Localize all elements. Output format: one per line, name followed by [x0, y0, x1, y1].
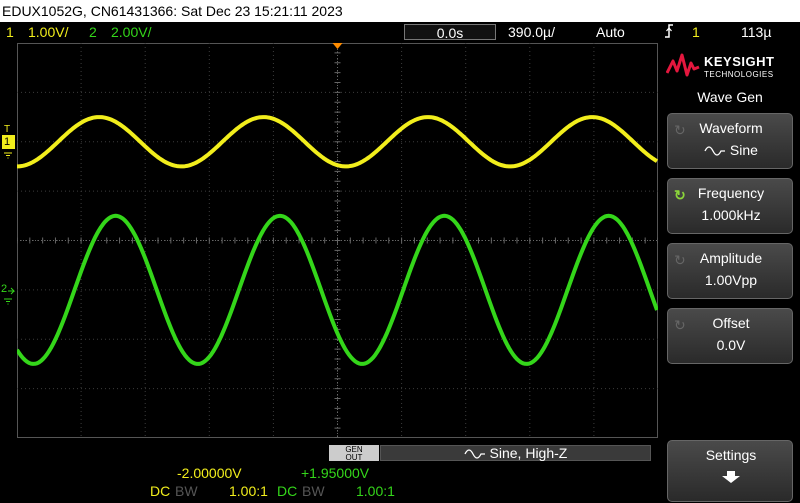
wavegen-info-text: Sine, High-Z	[489, 445, 568, 461]
ch1-scale[interactable]: 1.00V/	[28, 22, 68, 42]
wavegen-info[interactable]: Sine, High-Z	[380, 445, 651, 461]
ch2-scale[interactable]: 2.00V/	[111, 22, 151, 42]
keysight-wave-icon	[666, 53, 700, 77]
frequency-softkey[interactable]: ↻ Frequency 1.000kHz	[667, 178, 793, 234]
softkey-label: Frequency	[697, 185, 765, 201]
softkey-label: Waveform	[699, 120, 763, 136]
softkey-panel: KEYSIGHT TECHNOLOGIES Wave Gen ↻ Wavefor…	[660, 43, 800, 503]
ch2-ground-marker[interactable]: 2	[0, 283, 17, 307]
trigger-mode[interactable]: Auto	[596, 22, 625, 42]
time-scale[interactable]: 390.0µ/	[508, 22, 555, 42]
softkey-label: Offset	[712, 315, 750, 331]
ch1-number[interactable]: 1	[6, 22, 14, 42]
status-bar: 1 1.00V/ 2 2.00V/ 0.0s 390.0µ/ Auto 1 11…	[0, 22, 800, 42]
amplitude-softkey[interactable]: ↻ Amplitude 1.00Vpp	[667, 243, 793, 299]
down-arrow-icon	[722, 471, 740, 483]
title-text: EDUX1052G, CN61431366: Sat Dec 23 15:21:…	[2, 3, 343, 19]
sine-icon	[704, 146, 726, 156]
trigger-source: 1	[692, 24, 700, 40]
svg-text:T: T	[4, 124, 10, 135]
rising-edge-icon	[663, 22, 675, 45]
softkey-value: 1.00Vpp	[704, 272, 758, 288]
brand-name: KEYSIGHT	[704, 54, 775, 69]
ch2-number[interactable]: 2	[89, 22, 97, 42]
ch1-ground-marker[interactable]: T 1	[0, 123, 17, 159]
gen-out-badge[interactable]: GEN OUT	[329, 445, 379, 462]
keysight-logo: KEYSIGHT TECHNOLOGIES	[666, 49, 794, 83]
ch2-probe: 1.00:1	[356, 483, 395, 499]
sine-icon	[464, 449, 485, 459]
waveform-display[interactable]	[15, 42, 659, 439]
waveform-softkey[interactable]: ↻ Waveform Sine	[667, 113, 793, 169]
offset-softkey[interactable]: ↻ Offset 0.0V	[667, 308, 793, 364]
softkey-value: Sine	[668, 142, 794, 158]
softkey-value: 1.000kHz	[701, 207, 761, 223]
ch2-offset[interactable]: +1.95000V	[301, 465, 369, 481]
bottom-status-bar: GEN OUT Sine, High-Z -2.00000V DC BW 1.0…	[0, 444, 660, 503]
settings-softkey[interactable]: Settings	[667, 440, 793, 502]
title-bar: EDUX1052G, CN61431366: Sat Dec 23 15:21:…	[0, 0, 800, 22]
softkey-label: Amplitude	[699, 250, 763, 266]
ch1-probe: 1.00:1	[229, 483, 268, 499]
ch1-marker-label: 1	[4, 136, 11, 148]
settings-label: Settings	[705, 447, 757, 463]
waveform-graticule	[15, 42, 659, 439]
softkey-value: 0.0V	[716, 337, 746, 353]
ch2-coupling: DC	[277, 483, 298, 499]
trigger-position-marker	[332, 43, 343, 49]
ch1-offset[interactable]: -2.00000V	[177, 465, 242, 481]
panel-title: Wave Gen	[697, 89, 763, 105]
ch2-bw-limit: BW	[302, 483, 325, 499]
brand-sub: TECHNOLOGIES	[704, 70, 774, 79]
ch1-bw-limit: BW	[175, 483, 198, 499]
time-offset[interactable]: 0.0s	[404, 24, 496, 41]
trigger-level[interactable]: 113µ	[741, 22, 771, 42]
ch1-coupling: DC	[150, 483, 171, 499]
